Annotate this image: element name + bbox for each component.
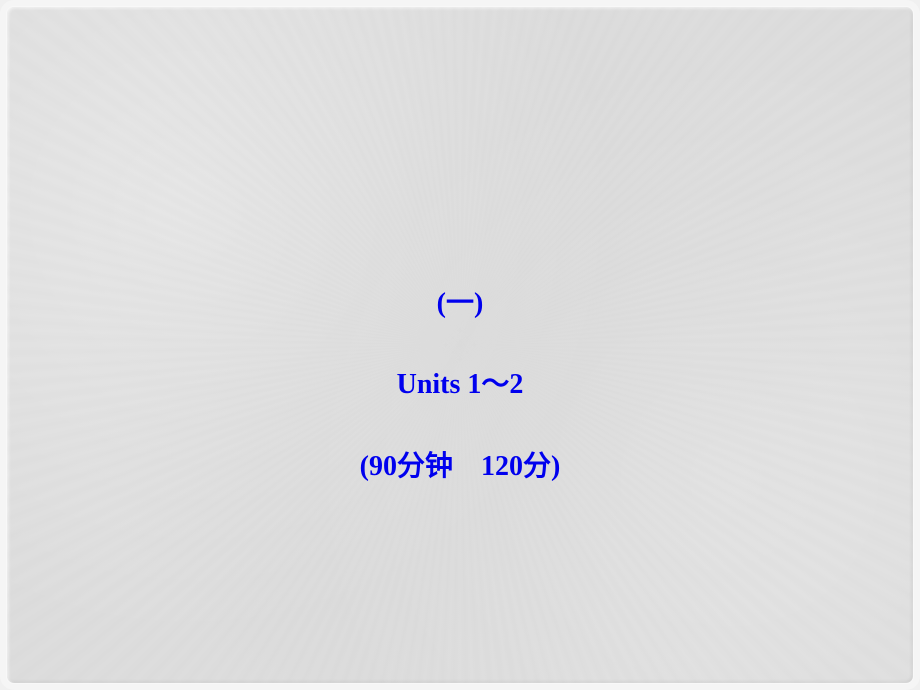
slide-content: (一) Units 1～2 (90分钟 120分) [360, 284, 561, 486]
title-duration-score: (90分钟 120分) [360, 447, 561, 486]
title-units: Units 1～2 [360, 365, 561, 404]
title-number: (一) [360, 284, 561, 323]
slide-frame: (一) Units 1～2 (90分钟 120分) [6, 6, 914, 684]
